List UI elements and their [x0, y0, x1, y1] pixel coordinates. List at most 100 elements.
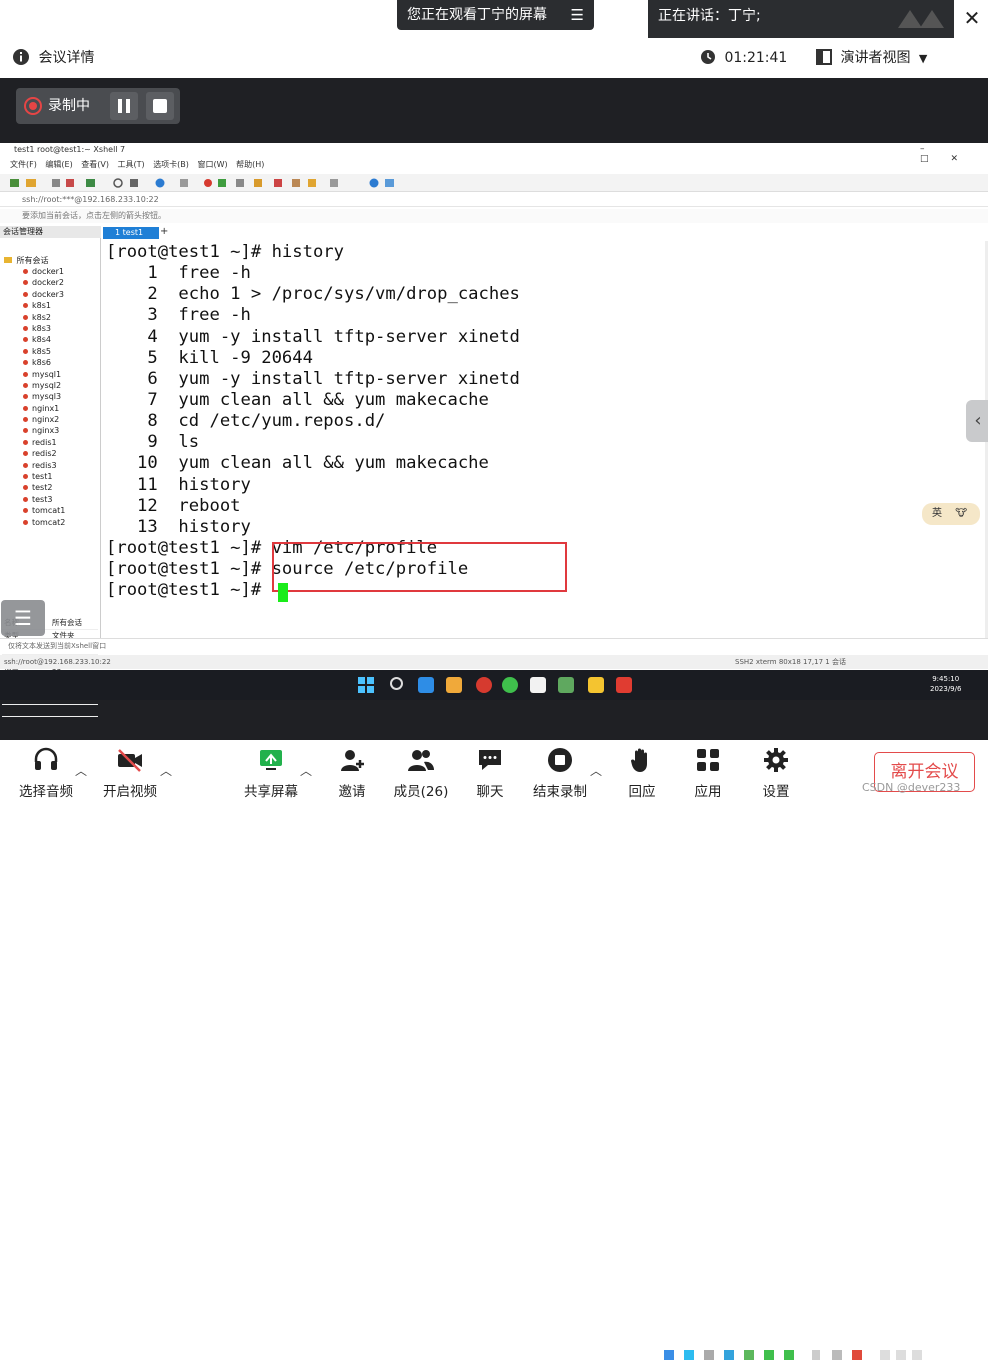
- terminal-line: 7 yum clean all && yum makecache: [106, 389, 489, 410]
- terminal-line: 3 free -h: [106, 305, 251, 326]
- settings-button[interactable]: 设置: [756, 740, 796, 805]
- reaction-label: 回应: [628, 784, 656, 800]
- chat-icon: [479, 750, 501, 770]
- session-item[interactable]: k8s4: [22, 334, 65, 345]
- speaking-label: 正在讲话：丁宁;: [658, 8, 761, 24]
- session-item[interactable]: k8s5: [22, 346, 65, 357]
- session-item[interactable]: nginx2: [22, 414, 65, 425]
- typora-icon[interactable]: [530, 677, 546, 693]
- end-record-button[interactable]: 结束录制: [530, 740, 590, 805]
- session-item[interactable]: redis1: [22, 437, 65, 448]
- session-item[interactable]: k8s2: [22, 312, 65, 323]
- xshell-app-icon[interactable]: [476, 677, 492, 693]
- system-tray-icons[interactable]: [662, 1348, 922, 1362]
- session-item[interactable]: tomcat1: [22, 505, 65, 516]
- search-icon[interactable]: [390, 677, 403, 690]
- session-item[interactable]: docker1: [22, 266, 65, 277]
- logo-icon: [898, 10, 944, 28]
- session-item[interactable]: nginx3: [22, 425, 65, 436]
- add-user-icon: [341, 750, 364, 771]
- close-icon[interactable]: ✕: [958, 4, 986, 32]
- audio-button[interactable]: 选择音频: [14, 740, 78, 805]
- stop-record-button[interactable]: [146, 92, 174, 120]
- terminal-line: 13 history: [106, 516, 251, 537]
- wechat-icon[interactable]: [502, 677, 518, 693]
- session-root-folder[interactable]: 所有会话: [4, 255, 49, 266]
- session-item[interactable]: test3: [22, 494, 65, 505]
- meeting-info-bar: 会议详情 01:21:41 演讲者视图 ▼: [0, 38, 988, 104]
- menu-window[interactable]: 窗口(W): [197, 160, 227, 169]
- members-button[interactable]: 成员(26): [392, 740, 450, 805]
- terminal-line: 11 history: [106, 474, 251, 495]
- invite-button[interactable]: 邀请: [332, 740, 372, 805]
- session-manager-title: 会话管理器: [0, 226, 101, 238]
- session-item[interactable]: k8s1: [22, 300, 65, 311]
- session-item[interactable]: mysql3: [22, 391, 65, 402]
- meeting-details-button[interactable]: 会议详情: [12, 46, 112, 70]
- tab-test1[interactable]: 1 test1: [103, 227, 159, 239]
- terminal-line: 10 yum clean all && yum makecache: [106, 453, 489, 474]
- status-info: SSH2 xterm 80x18 17,17 1 会话: [735, 658, 846, 666]
- share-screen-button[interactable]: 共享屏幕: [240, 740, 302, 805]
- terminal-line: 4 yum -y install tftp-server xinetd: [106, 326, 520, 347]
- add-session-hint: 要添加当前会话，点击左侧的箭头按钮。: [0, 209, 988, 223]
- video-options-caret[interactable]: ︿: [160, 762, 172, 779]
- session-item[interactable]: k8s6: [22, 357, 65, 368]
- wps-icon[interactable]: [616, 677, 632, 693]
- session-item[interactable]: mysql1: [22, 369, 65, 380]
- session-item[interactable]: redis2: [22, 448, 65, 459]
- menu-view[interactable]: 查看(V): [81, 160, 109, 169]
- terminal-line: 12 reboot: [106, 495, 241, 516]
- pause-record-button[interactable]: [110, 92, 138, 120]
- menu-tabs[interactable]: 选项卡(B): [153, 160, 189, 169]
- property-row: 说明: [2, 705, 98, 717]
- menu-edit[interactable]: 编辑(E): [45, 160, 72, 169]
- chevron-left-icon: ‹: [974, 410, 982, 431]
- app-icon[interactable]: [446, 677, 462, 693]
- menu-icon[interactable]: ☰: [571, 0, 584, 30]
- session-address[interactable]: ssh://root:***@192.168.233.10:22: [0, 193, 988, 207]
- view-mode-dropdown[interactable]: 演讲者视图 ▼: [816, 46, 936, 70]
- ime-indicator[interactable]: 英 🐮: [922, 503, 980, 525]
- file-explorer-icon[interactable]: [588, 677, 604, 693]
- status-bar: ssh://root@192.168.233.10:22 SSH2 xterm …: [0, 655, 988, 669]
- apps-button[interactable]: 应用: [688, 740, 728, 805]
- session-item[interactable]: redis3: [22, 460, 65, 471]
- session-item[interactable]: mysql2: [22, 380, 65, 391]
- chat-button[interactable]: 聊天: [470, 740, 510, 805]
- session-manager-panel: 会话管理器 所有会话 docker1 docker2 docker3 k8s1 k8s2…: [0, 226, 101, 717]
- windows-start-icon[interactable]: [358, 677, 374, 693]
- chevron-down-icon: ▼: [918, 52, 928, 65]
- record-options-caret[interactable]: ︿: [590, 762, 602, 779]
- taskbar-clock[interactable]: 9:45:10 2023/9/6: [930, 674, 961, 694]
- terminal-line: [root@test1 ~]# history: [106, 242, 344, 262]
- reaction-button[interactable]: 回应: [622, 740, 662, 805]
- members-label: 成员(26): [393, 784, 449, 800]
- terminal[interactable]: [root@test1 ~]# history 1 free -h 2 echo…: [101, 241, 988, 638]
- photos-app-icon[interactable]: [418, 677, 434, 693]
- session-item[interactable]: k8s3: [22, 323, 65, 334]
- session-item[interactable]: docker3: [22, 289, 65, 300]
- menu-file[interactable]: 文件(F): [10, 160, 37, 169]
- video-button[interactable]: 开启视频: [100, 740, 160, 805]
- session-item[interactable]: docker2: [22, 277, 65, 288]
- session-item[interactable]: tomcat2: [22, 517, 65, 528]
- terminal-line: 6 yum -y install tftp-server xinetd: [106, 368, 520, 389]
- add-tab-icon[interactable]: +: [160, 226, 168, 237]
- session-item[interactable]: test1: [22, 471, 65, 482]
- toolbar-icons[interactable]: [0, 174, 400, 192]
- session-item[interactable]: test2: [22, 482, 65, 493]
- share-options-caret[interactable]: ︿: [300, 762, 312, 779]
- menu-help[interactable]: 帮助(H): [236, 160, 264, 169]
- pause-icon: [118, 99, 130, 113]
- side-panel-toggle[interactable]: ‹: [966, 400, 988, 442]
- menu-tools[interactable]: 工具(T): [118, 160, 145, 169]
- windows-taskbar: 9:45:10 2023/9/6: [0, 670, 988, 1360]
- floating-menu-button[interactable]: ☰: [1, 600, 45, 636]
- xshell-title: test1 root@test1:~ Xshell 7: [0, 143, 988, 157]
- session-item[interactable]: nginx1: [22, 403, 65, 414]
- session-root-label: 所有会话: [16, 256, 49, 265]
- notepad-icon[interactable]: [558, 677, 574, 693]
- screen-share-indicator[interactable]: 您正在观看丁宁的屏幕 ☰: [397, 0, 594, 30]
- audio-options-caret[interactable]: ︿: [75, 762, 87, 779]
